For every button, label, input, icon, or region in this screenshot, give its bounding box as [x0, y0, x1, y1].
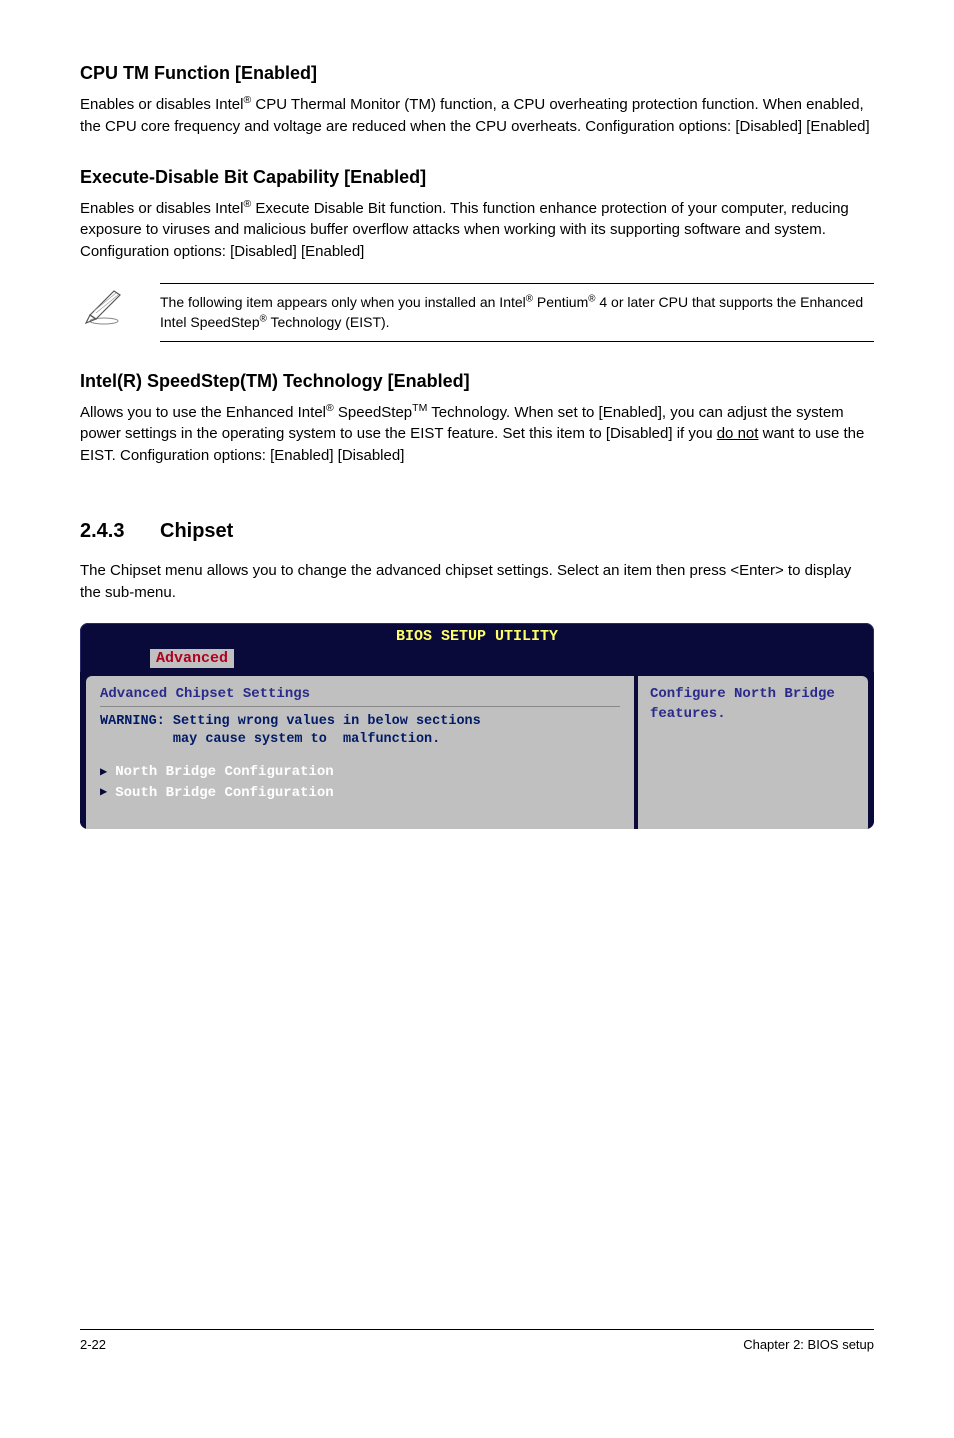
heading-number: 2.4.3: [80, 517, 160, 546]
heading-cpu-tm: CPU TM Function [Enabled]: [80, 60, 874, 86]
note-block: The following item appears only when you…: [80, 283, 874, 342]
note-icon: [80, 283, 160, 332]
bios-warning: WARNING: Setting wrong values in below s…: [100, 713, 620, 748]
body-chipset: The Chipset menu allows you to change th…: [80, 560, 874, 604]
heading-chipset: 2.4.3Chipset: [80, 517, 874, 546]
bios-item-south-bridge: ▶ South Bridge Configuration: [100, 783, 620, 803]
note-text: The following item appears only when you…: [160, 283, 874, 342]
bios-right-text: Configure North Bridge features.: [650, 684, 856, 725]
heading-speedstep: Intel(R) SpeedStep(TM) Technology [Enabl…: [80, 368, 874, 394]
bios-tab-advanced: Advanced: [150, 649, 234, 668]
bios-right-panel: Configure North Bridge features.: [638, 676, 868, 829]
bios-left-panel: Advanced Chipset Settings WARNING: Setti…: [86, 676, 634, 829]
body-execute-disable: Enables or disables Intel® Execute Disab…: [80, 198, 874, 263]
triangle-icon: ▶: [100, 784, 107, 801]
underline-do-not: do not: [717, 425, 759, 442]
bios-tabs: Advanced: [80, 648, 874, 672]
bios-item-north-bridge: ▶ North Bridge Configuration: [100, 762, 620, 782]
footer-page-number: 2-22: [80, 1336, 106, 1355]
body-cpu-tm: Enables or disables Intel® CPU Thermal M…: [80, 94, 874, 138]
bios-screenshot: BIOS SETUP UTILITY Advanced Advanced Chi…: [80, 623, 874, 828]
bios-title: BIOS SETUP UTILITY: [80, 623, 874, 648]
triangle-icon: ▶: [100, 764, 107, 781]
heading-execute-disable: Execute-Disable Bit Capability [Enabled]: [80, 164, 874, 190]
bios-item-label: North Bridge Configuration: [115, 762, 333, 782]
footer-chapter: Chapter 2: BIOS setup: [743, 1336, 874, 1355]
bios-section-title: Advanced Chipset Settings: [100, 684, 620, 707]
page-footer: 2-22 Chapter 2: BIOS setup: [80, 1329, 874, 1355]
bios-item-label: South Bridge Configuration: [115, 783, 333, 803]
heading-title: Chipset: [160, 520, 233, 542]
body-speedstep: Allows you to use the Enhanced Intel® Sp…: [80, 402, 874, 467]
